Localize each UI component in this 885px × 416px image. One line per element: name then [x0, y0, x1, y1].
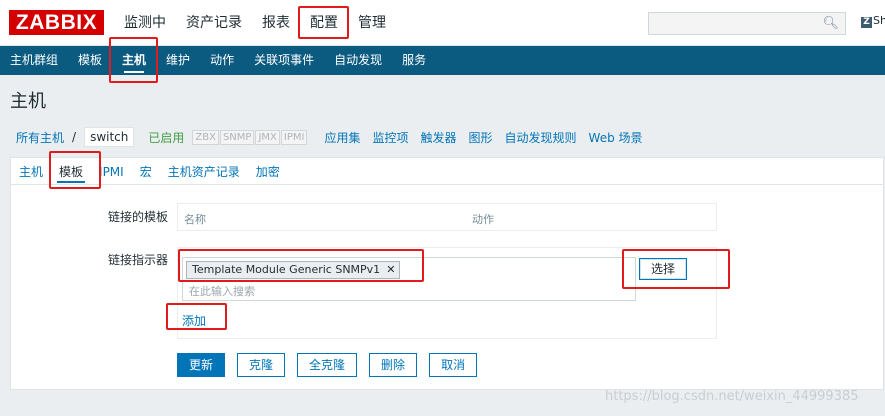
- tab-templates[interactable]: 模板: [51, 158, 91, 186]
- items-link[interactable]: 监控项: [372, 129, 408, 146]
- share-link[interactable]: Z Sh: [861, 14, 885, 28]
- selected-template-name: Template Module Generic SNMPv1: [192, 263, 381, 276]
- host-navigation: 所有主机 / switch 已启用 ZBX SNMP JMX IPMI 应用集 …: [10, 125, 884, 149]
- menu-monitoring[interactable]: 监测中: [114, 0, 176, 46]
- top-header: ZABBIX 监测中 资产记录 报表 配置 管理 🔍︎ Z Sh: [0, 0, 885, 46]
- tab-ipmi[interactable]: IPMI: [91, 158, 132, 186]
- discovery-rules-link[interactable]: 自动发现规则: [505, 129, 577, 146]
- form-tabs: 主机 模板 IPMI 宏 主机资产记录 加密: [10, 157, 884, 185]
- tab-host[interactable]: 主机: [11, 158, 51, 186]
- selected-template-chip: Template Module Generic SNMPv1 ✕: [186, 261, 401, 279]
- submenu-maintenance[interactable]: 维护: [156, 46, 200, 75]
- form-buttons: 更新 克隆 全克隆 删除 取消: [177, 353, 489, 377]
- full-clone-button[interactable]: 全克隆: [297, 353, 358, 377]
- web-scenarios-link[interactable]: Web 场景: [589, 129, 643, 146]
- menu-configuration[interactable]: 配置: [300, 0, 348, 46]
- cancel-button[interactable]: 取消: [429, 353, 478, 377]
- triggers-link[interactable]: 触发器: [420, 129, 456, 146]
- submenu-actions[interactable]: 动作: [200, 46, 244, 75]
- linked-col-name: 名称: [184, 213, 206, 226]
- tab-encryption[interactable]: 加密: [248, 158, 288, 186]
- host-status-enabled: 已启用: [148, 130, 185, 145]
- search-icon[interactable]: 🔍︎: [822, 16, 839, 31]
- linked-templates-label: 链接的模板: [107, 210, 168, 224]
- badge-zbx: ZBX: [192, 129, 219, 145]
- main-menu: 监测中 资产记录 报表 配置 管理: [114, 0, 396, 46]
- link-new-templates-label: 链接指示器: [107, 253, 168, 267]
- applications-link[interactable]: 应用集: [324, 129, 360, 146]
- linked-templates-table: 名称 动作: [177, 203, 717, 231]
- config-submenu: 主机群组 模板 主机 维护 动作 关联项事件 自动发现 服务: [0, 46, 885, 75]
- availability-badges: ZBX SNMP JMX IPMI: [192, 129, 308, 145]
- clone-button[interactable]: 克隆: [237, 353, 286, 377]
- current-host-crumb[interactable]: switch: [84, 127, 135, 147]
- submenu-hosts[interactable]: 主机: [112, 46, 156, 75]
- watermark: https://blog.csdn.net/weixin_44999385: [605, 389, 859, 404]
- badge-snmp: SNMP: [219, 129, 255, 145]
- submenu-discovery[interactable]: 自动发现: [324, 46, 392, 75]
- delete-button[interactable]: 删除: [369, 353, 418, 377]
- breadcrumb-separator: /: [72, 130, 77, 144]
- tab-inventory[interactable]: 主机资产记录: [160, 158, 248, 186]
- submenu-event-correlation[interactable]: 关联项事件: [244, 46, 324, 75]
- graphs-link[interactable]: 图形: [469, 129, 493, 146]
- menu-reports[interactable]: 报表: [252, 0, 300, 46]
- badge-jmx: JMX: [255, 129, 280, 145]
- global-search-input[interactable]: 🔍︎: [648, 12, 846, 35]
- tab-macros[interactable]: 宏: [132, 158, 160, 186]
- badge-ipmi: IPMI: [280, 129, 308, 145]
- template-search-input[interactable]: [189, 283, 619, 299]
- page-title: 主机: [10, 91, 46, 112]
- remove-chip-icon[interactable]: ✕: [386, 262, 395, 278]
- template-multiselect[interactable]: Template Module Generic SNMPv1 ✕: [182, 257, 636, 301]
- menu-inventory[interactable]: 资产记录: [176, 0, 252, 46]
- submenu-services[interactable]: 服务: [392, 46, 436, 75]
- update-button[interactable]: 更新: [177, 353, 226, 377]
- all-hosts-link[interactable]: 所有主机: [16, 129, 64, 146]
- menu-administration[interactable]: 管理: [348, 0, 396, 46]
- submenu-host-groups[interactable]: 主机群组: [0, 46, 68, 75]
- linked-col-action: 动作: [472, 213, 494, 226]
- share-z-icon: Z: [861, 17, 872, 28]
- select-template-button[interactable]: 选择: [639, 258, 687, 280]
- share-label: Sh: [873, 14, 885, 27]
- zabbix-logo[interactable]: ZABBIX: [9, 10, 104, 35]
- submenu-templates[interactable]: 模板: [68, 46, 112, 75]
- add-template-link[interactable]: 添加: [182, 312, 206, 329]
